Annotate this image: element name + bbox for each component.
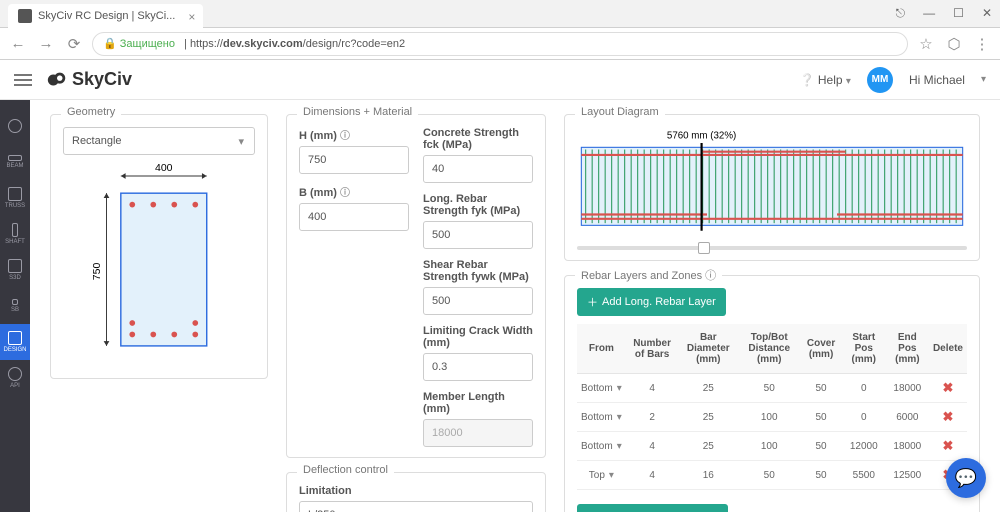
window-close-icon[interactable]: ✕ (982, 6, 992, 21)
dimensions-card: Dimensions + Material H (mm) ⓘ 750 B (mm… (286, 114, 546, 458)
logo[interactable]: SkyCiv (46, 69, 132, 91)
layout-diagram: 5760 mm (32%) (577, 127, 967, 237)
layout-diagram-card: Layout Diagram 5760 mm (32%) (564, 114, 980, 261)
sidebar-item-shaft[interactable]: SHAFT (0, 216, 30, 252)
panel-title: Deflection control (297, 464, 394, 476)
from-cell[interactable]: Top ▾ (577, 461, 626, 490)
shield-icon[interactable]: ⬡ (944, 35, 964, 53)
from-cell[interactable]: Bottom ▾ (577, 374, 626, 403)
table-row: Bottom ▾ 225 10050 06000 ✖ (577, 403, 967, 432)
panel-title: Layout Diagram (575, 106, 665, 118)
browser-address-bar: ← → ⟳ 🔒 Защищено | https://dev.skyciv.co… (0, 28, 1000, 60)
rebar-layers-card: Rebar Layers and Zones ⓘ ＋Add Long. Reba… (564, 275, 980, 512)
sidebar-item-api[interactable]: API (0, 360, 30, 396)
menu-icon[interactable]: ⋮ (972, 35, 992, 53)
fyk-input[interactable]: 500 (423, 221, 533, 249)
chevron-down-icon: ▾ (617, 383, 622, 394)
svg-text:400: 400 (155, 162, 173, 174)
svg-text:5760 mm (32%): 5760 mm (32%) (667, 131, 736, 142)
svg-text:750: 750 (91, 263, 103, 281)
position-slider[interactable] (577, 246, 967, 250)
nav-forward-icon[interactable]: → (36, 35, 56, 52)
b-input[interactable]: 400 (299, 203, 409, 231)
hamburger-icon[interactable] (14, 71, 32, 89)
browser-tab-bar: SkyCiv RC Design | SkyCi... × ⎋ — ☐ ✕ (0, 0, 1000, 28)
nav-reload-icon[interactable]: ⟳ (64, 35, 84, 53)
crack-input[interactable]: 0.3 (423, 353, 533, 381)
from-cell[interactable]: Bottom ▾ (577, 432, 626, 461)
limitation-select[interactable]: L/250 (299, 501, 533, 512)
sidebar-item-sb[interactable]: SB (0, 288, 30, 324)
sidebar-item-beam[interactable]: BEAM (0, 144, 30, 180)
sidebar-item-design[interactable]: DESIGN (0, 324, 30, 360)
panel-title: Rebar Layers and Zones ⓘ (575, 267, 722, 283)
address-field[interactable]: 🔒 Защищено | https://dev.skyciv.com/desi… (92, 32, 908, 56)
chevron-down-icon: ▾ (617, 441, 622, 452)
nav-back-icon[interactable]: ← (8, 35, 28, 52)
browser-tab[interactable]: SkyCiv RC Design | SkyCi... × (8, 4, 203, 28)
tab-close-icon[interactable]: × (188, 10, 195, 24)
panel-title: Geometry (61, 106, 121, 118)
star-icon[interactable]: ☆ (916, 35, 936, 53)
table-row: Top ▾ 416 5050 550012500 ✖ (577, 461, 967, 490)
chat-icon: 💬 (955, 468, 977, 489)
length-input[interactable]: 18000 (423, 419, 533, 447)
long-rebar-table: From Number of Bars Bar Diameter (mm) To… (577, 324, 967, 490)
delete-row-icon[interactable]: ✖ (943, 409, 954, 424)
slider-thumb[interactable] (698, 242, 710, 254)
delete-row-icon[interactable]: ✖ (943, 380, 954, 395)
logo-icon (46, 69, 68, 91)
chevron-down-icon[interactable]: ▾ (981, 74, 986, 85)
sidebar-item-truss[interactable]: TRUSS (0, 180, 30, 216)
add-long-rebar-button[interactable]: ＋Add Long. Rebar Layer (577, 288, 726, 316)
shape-select[interactable]: Rectangle (63, 127, 255, 155)
table-row: Bottom ▾ 425 5050 018000 ✖ (577, 374, 967, 403)
lock-icon: 🔒 Защищено (103, 37, 175, 50)
info-icon[interactable]: ⓘ (340, 188, 350, 199)
chevron-down-icon: ▾ (609, 470, 614, 481)
plus-icon: ＋ (587, 294, 598, 310)
chat-widget[interactable]: 💬 (946, 458, 986, 498)
sidebar-item-home[interactable] (0, 108, 30, 144)
deflection-card: Deflection control Limitation L/250 Load… (286, 472, 546, 512)
panel-title: Dimensions + Material (297, 106, 418, 118)
app-header: SkyCiv ❔ Help ▾ MM Hi Michael ▾ (0, 60, 1000, 100)
window-minimize-icon[interactable]: — (923, 6, 935, 21)
sidebar-item-s3d[interactable]: S3D (0, 252, 30, 288)
window-maximize-icon[interactable]: ☐ (953, 6, 964, 21)
brand-text: SkyCiv (72, 69, 132, 90)
chevron-down-icon: ▾ (617, 412, 622, 423)
info-icon[interactable]: ⓘ (705, 270, 716, 282)
sidebar: BEAM TRUSS SHAFT S3D SB DESIGN API (0, 100, 30, 512)
fck-input[interactable]: 40 (423, 155, 533, 183)
tab-title: SkyCiv RC Design | SkyCi... (38, 10, 175, 22)
user-greeting: Hi Michael (909, 73, 965, 87)
help-link[interactable]: ❔ Help ▾ (800, 73, 851, 87)
fywk-input[interactable]: 500 (423, 287, 533, 315)
from-cell[interactable]: Bottom ▾ (577, 403, 626, 432)
favicon (18, 9, 32, 23)
add-shear-rebar-button[interactable]: ＋Add Shear Rebar Layer (577, 504, 728, 512)
table-row: Bottom ▾ 425 10050 1200018000 ✖ (577, 432, 967, 461)
section-diagram: 400 750 (63, 155, 255, 365)
info-icon[interactable]: ⓘ (340, 131, 350, 142)
geometry-card: Geometry Rectangle 400 750 (50, 114, 268, 379)
delete-row-icon[interactable]: ✖ (943, 438, 954, 453)
h-input[interactable]: 750 (299, 146, 409, 174)
window-controls: ⎋ — ☐ ✕ (896, 6, 992, 21)
user-icon[interactable]: ⎋ (896, 6, 906, 21)
avatar[interactable]: MM (867, 67, 893, 93)
